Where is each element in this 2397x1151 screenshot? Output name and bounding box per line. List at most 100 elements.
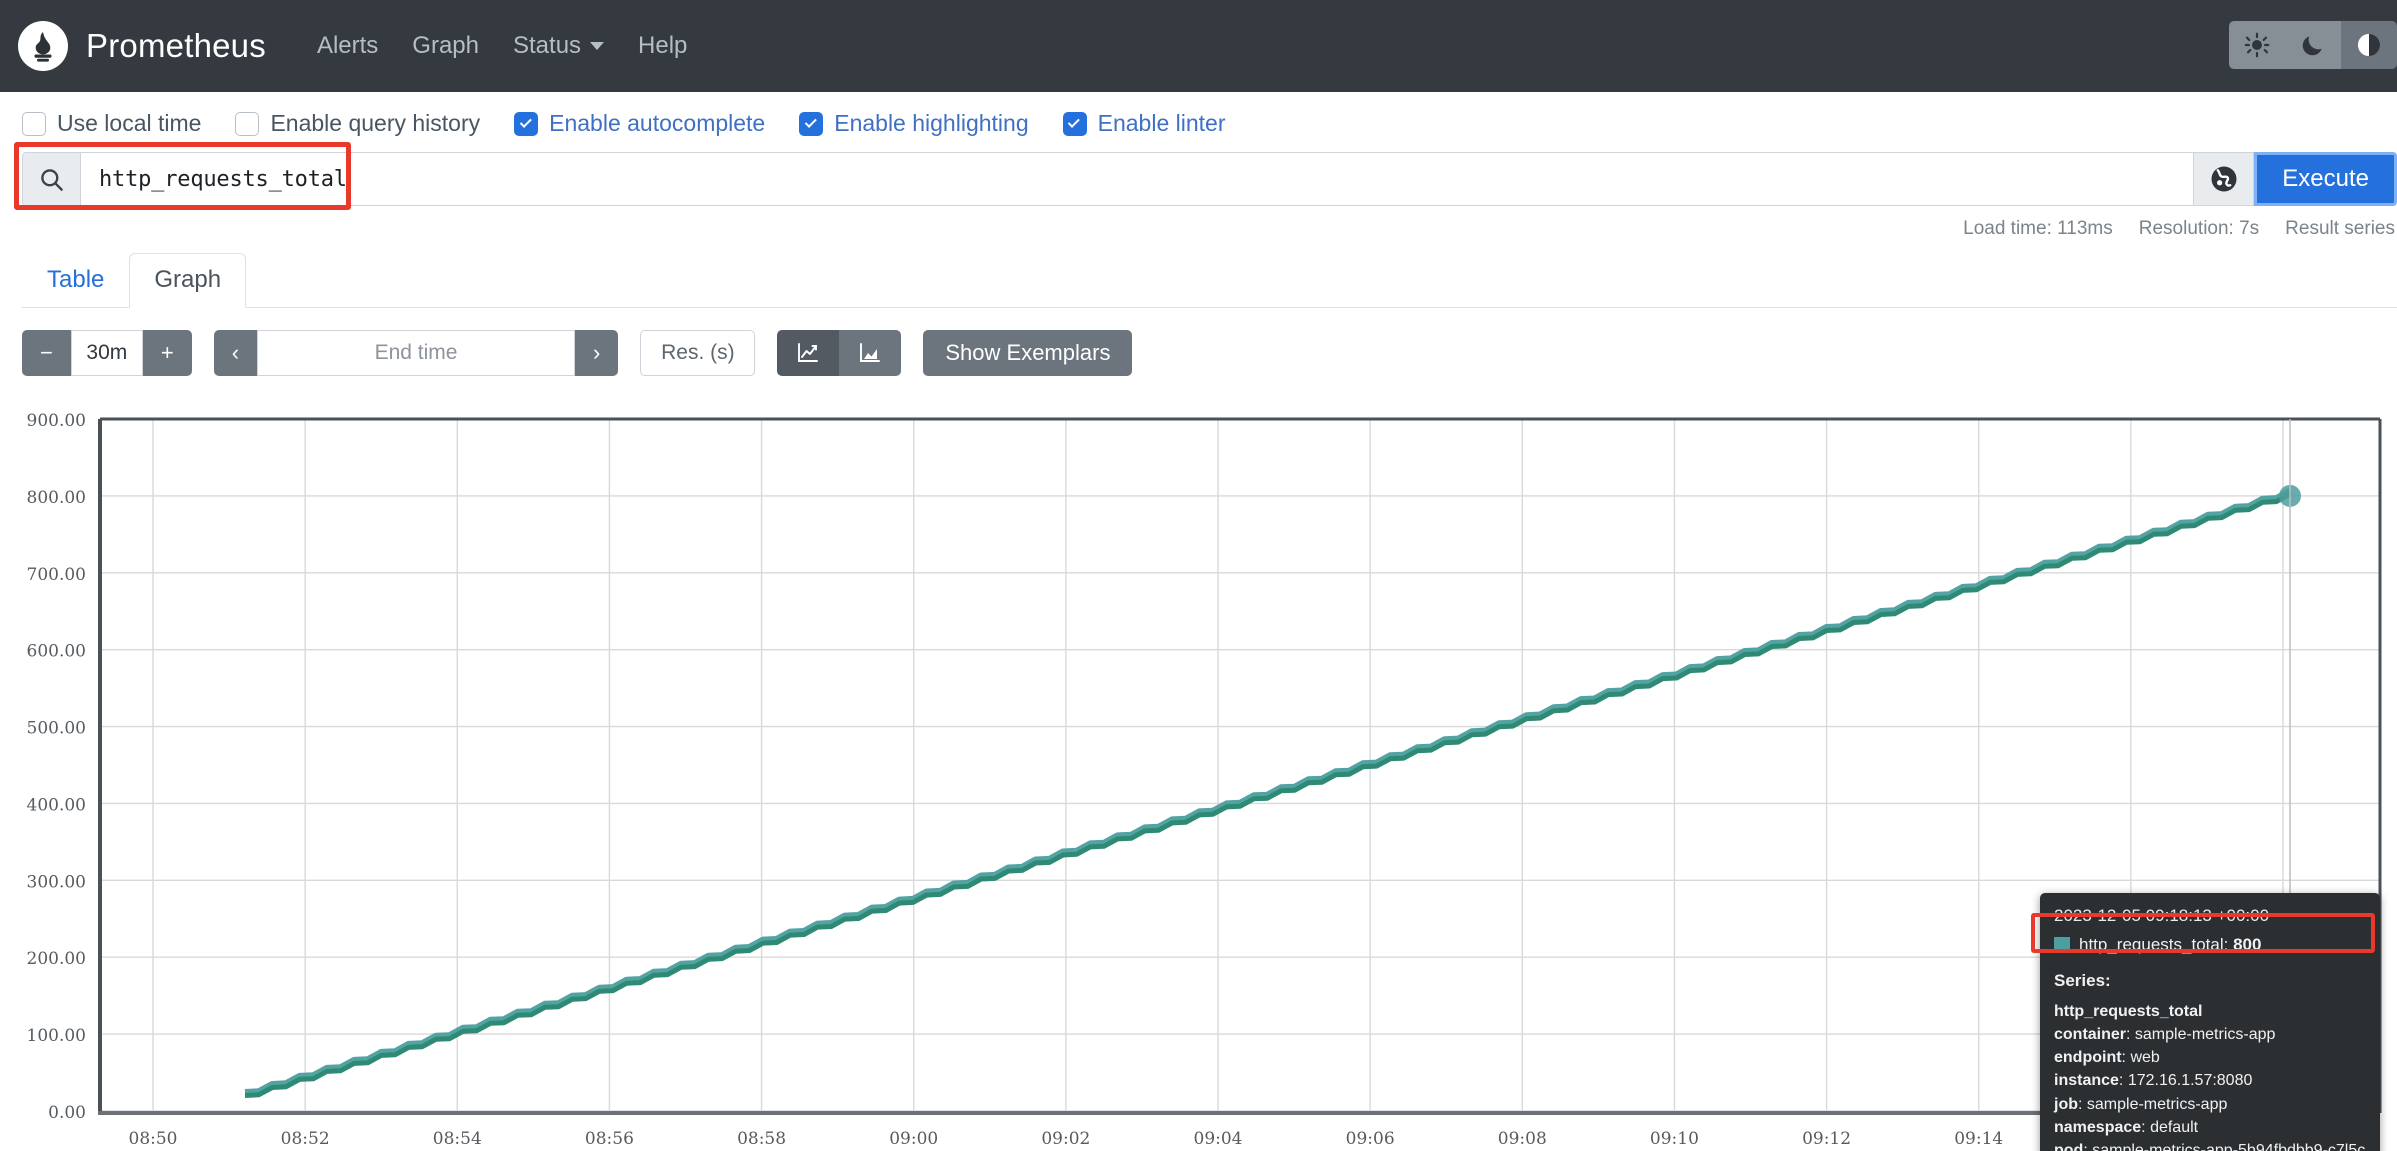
- navbar: Prometheus Alerts Graph Status Help: [0, 0, 2397, 92]
- tooltip-label-endpoint: endpoint: web: [2054, 1046, 2366, 1069]
- nav-link-status[interactable]: Status: [496, 26, 621, 66]
- checkbox-label-enable-autocomplete: Enable autocomplete: [549, 110, 765, 137]
- result-tabs: Table Graph: [22, 252, 2397, 308]
- x-axis-tick-label: 08:56: [585, 1129, 634, 1149]
- x-axis-tick-label: 09:10: [1650, 1129, 1699, 1149]
- brand[interactable]: Prometheus: [18, 21, 266, 71]
- checkbox-enable-query-history[interactable]: Enable query history: [235, 110, 480, 137]
- globe-icon: [2209, 164, 2239, 194]
- nav-link-status-label: Status: [513, 32, 581, 60]
- theme-auto-button[interactable]: [2341, 21, 2397, 69]
- checkbox-box-enable-autocomplete[interactable]: [514, 112, 538, 136]
- checkbox-box-enable-linter[interactable]: [1063, 112, 1087, 136]
- chart-type-group: [777, 330, 901, 376]
- tab-graph[interactable]: Graph: [129, 253, 246, 308]
- search-input[interactable]: [81, 153, 2193, 205]
- nav-link-help-label: Help: [638, 32, 687, 60]
- checkbox-enable-autocomplete[interactable]: Enable autocomplete: [514, 110, 765, 137]
- x-axis-tick-label: 08:50: [129, 1129, 178, 1149]
- brand-title: Prometheus: [86, 27, 266, 65]
- endtime-control-group: ‹ End time ›: [214, 330, 619, 376]
- tooltip-label-namespace: namespace: default: [2054, 1116, 2366, 1139]
- nav-link-graph-label: Graph: [412, 32, 479, 60]
- tab-table[interactable]: Table: [22, 253, 129, 308]
- graph-controls: − 30m + ‹ End time › Res. (s) Show Exemp…: [0, 308, 2397, 386]
- y-axis-tick-label: 700.00: [27, 565, 86, 585]
- tab-table-label: Table: [47, 266, 104, 293]
- stat-resolution: Resolution: 7s: [2139, 218, 2259, 240]
- tooltip-label-container: container: sample-metrics-app: [2054, 1023, 2366, 1046]
- x-axis-tick-label: 09:00: [889, 1129, 938, 1149]
- checkbox-box-use-local-time[interactable]: [22, 112, 46, 136]
- theme-dark-button[interactable]: [2285, 21, 2341, 69]
- tooltip-label-job: job: sample-metrics-app: [2054, 1093, 2366, 1116]
- chart-type-line-button[interactable]: [777, 330, 839, 376]
- nav-link-help[interactable]: Help: [621, 26, 704, 66]
- chevron-right-icon: ›: [593, 340, 600, 366]
- theme-light-button[interactable]: [2229, 21, 2285, 69]
- checkbox-label-enable-query-history: Enable query history: [270, 110, 480, 137]
- tooltip-series-heading: Series:: [2054, 969, 2366, 994]
- y-axis-tick-label: 900.00: [27, 411, 86, 431]
- endtime-next-button[interactable]: ›: [575, 330, 618, 376]
- chevron-down-icon: [590, 42, 604, 50]
- y-axis-tick-label: 400.00: [27, 795, 86, 815]
- graph-chart[interactable]: 0.00100.00200.00300.00400.00500.00600.00…: [0, 396, 2397, 1151]
- y-axis-tick-label: 200.00: [27, 949, 86, 969]
- range-input-value: 30m: [86, 341, 127, 365]
- x-axis-tick-label: 09:14: [1954, 1129, 2003, 1149]
- checkbox-enable-highlighting[interactable]: Enable highlighting: [799, 110, 1028, 137]
- nav-link-alerts-label: Alerts: [317, 32, 378, 60]
- checkbox-box-enable-query-history[interactable]: [235, 112, 259, 136]
- metrics-explorer-button[interactable]: [2194, 152, 2254, 206]
- x-axis-tick-label: 08:52: [281, 1129, 330, 1149]
- show-exemplars-button[interactable]: Show Exemplars: [923, 330, 1132, 376]
- x-axis-tick-label: 09:08: [1498, 1129, 1547, 1149]
- x-axis-tick-label: 08:54: [433, 1129, 482, 1149]
- x-axis-tick-label: 09:04: [1194, 1129, 1243, 1149]
- tooltip-metric-value: 800: [2233, 935, 2261, 954]
- nav-links: Alerts Graph Status Help: [300, 26, 704, 66]
- endtime-placeholder: End time: [375, 341, 458, 365]
- y-axis-tick-label: 500.00: [27, 719, 86, 739]
- search-icon: [23, 153, 81, 205]
- y-axis-tick-label: 100.00: [27, 1026, 86, 1046]
- range-decrease-button[interactable]: −: [22, 330, 71, 376]
- x-axis-tick-label: 08:58: [737, 1129, 786, 1149]
- checkbox-use-local-time[interactable]: Use local time: [22, 110, 201, 137]
- execute-button[interactable]: Execute: [2254, 152, 2397, 206]
- execute-button-label: Execute: [2282, 165, 2369, 193]
- resolution-placeholder: Res. (s): [661, 341, 735, 365]
- tooltip-series-name: http_requests_total: [2054, 1000, 2366, 1023]
- query-input-wrap: [22, 152, 2194, 206]
- show-exemplars-label: Show Exemplars: [945, 340, 1110, 366]
- checkbox-enable-linter[interactable]: Enable linter: [1063, 110, 1226, 137]
- minus-icon: −: [40, 340, 53, 366]
- stat-load-time: Load time: 113ms: [1963, 218, 2113, 240]
- nav-link-alerts[interactable]: Alerts: [300, 26, 395, 66]
- resolution-input[interactable]: Res. (s): [640, 330, 755, 376]
- range-control-group: − 30m +: [22, 330, 192, 376]
- x-axis-tick-label: 09:02: [1041, 1129, 1090, 1149]
- y-axis-tick-label: 300.00: [27, 872, 86, 892]
- chart-type-stacked-button[interactable]: [839, 330, 901, 376]
- checkbox-box-enable-highlighting[interactable]: [799, 112, 823, 136]
- graph-panel: 0.00100.00200.00300.00400.00500.00600.00…: [0, 396, 2397, 1151]
- tooltip-label-pod: pod: sample-metrics-app-5b94fbdbb9-c7l5c: [2054, 1139, 2366, 1151]
- query-stats: Load time: 113ms Resolution: 7s Result s…: [0, 206, 2397, 240]
- nav-link-graph[interactable]: Graph: [395, 26, 496, 66]
- tooltip-metric-label: http_requests_total:: [2079, 935, 2228, 954]
- range-increase-button[interactable]: +: [143, 330, 192, 376]
- x-axis-tick-label: 09:12: [1802, 1129, 1851, 1149]
- x-axis-tick-label: 09:06: [1346, 1129, 1395, 1149]
- theme-switcher: [2229, 21, 2397, 69]
- half-circle-icon: [2355, 31, 2383, 59]
- chevron-left-icon: ‹: [232, 340, 239, 366]
- range-input[interactable]: 30m: [71, 330, 143, 376]
- endtime-input[interactable]: End time: [257, 330, 575, 376]
- endtime-prev-button[interactable]: ‹: [214, 330, 257, 376]
- series-line-highlight: [245, 491, 2290, 1092]
- line-chart-icon: [795, 341, 821, 365]
- checkbox-label-enable-highlighting: Enable highlighting: [834, 110, 1028, 137]
- tab-graph-label: Graph: [154, 266, 221, 293]
